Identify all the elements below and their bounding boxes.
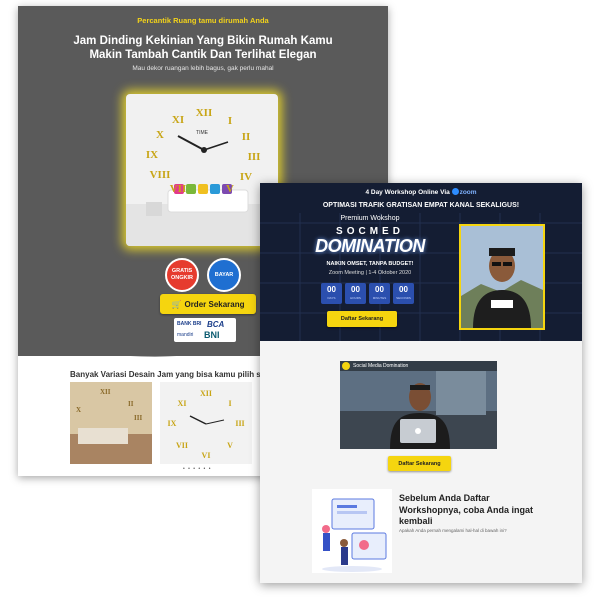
clock-subtitle: Mau dekor ruangan lebih bagus, gak perlu… bbox=[132, 65, 274, 72]
svg-text:III: III bbox=[248, 151, 261, 163]
countdown-hours-label: HOURS bbox=[350, 296, 361, 300]
svg-text:XI: XI bbox=[172, 114, 184, 126]
svg-text:IX: IX bbox=[146, 149, 158, 161]
countdown-minutes-value: 00 bbox=[375, 285, 384, 294]
payment-badges: GRATIS ONGKIR BAYAR bbox=[165, 258, 245, 292]
svg-text:III: III bbox=[134, 414, 142, 422]
zoom-logo: zoom bbox=[451, 188, 477, 196]
workshop-days-line: 4 Day Workshop Online Via zoom bbox=[260, 188, 582, 196]
before-register-heading: Sebelum Anda Daftar Workshopnya, coba An… bbox=[399, 493, 534, 526]
svg-text:V: V bbox=[226, 183, 234, 195]
svg-text:VI: VI bbox=[202, 451, 211, 460]
svg-text:III: III bbox=[235, 419, 244, 428]
countdown-minutes: 00 MINUTES bbox=[369, 283, 390, 304]
team-illustration bbox=[312, 489, 392, 573]
svg-text:XII: XII bbox=[100, 388, 111, 396]
bank-mandiri-logo: mandiri bbox=[177, 332, 194, 338]
naikin-omset-text: NAIKIN OMSET, TANPA BUDGET! bbox=[326, 261, 414, 267]
register-button-top[interactable]: Daftar Sekarang bbox=[327, 311, 397, 327]
clock-product-image: XII I II III IV V VII VIII IX X XI TIME bbox=[126, 94, 278, 246]
speaker-photo bbox=[459, 224, 545, 330]
countdown-days: 00 DAYS bbox=[321, 283, 342, 304]
bank-bri-logo: BANK BRI bbox=[177, 321, 202, 327]
clock-gallery-item-1[interactable]: XII II III X bbox=[70, 382, 152, 464]
domination-logo-text: DOMINATION bbox=[315, 236, 425, 256]
order-now-button[interactable]: 🛒 Order Sekarang bbox=[160, 294, 256, 314]
svg-text:VII: VII bbox=[170, 183, 187, 195]
countdown-seconds: 00 SECONDS bbox=[393, 283, 414, 304]
workshop-landing-page: 4 Day Workshop Online Via zoom OPTIMASI … bbox=[260, 183, 582, 583]
cod-label: BAYAR bbox=[214, 271, 234, 278]
svg-text:V: V bbox=[227, 441, 233, 450]
bank-logos: BANK BRI BCA mandiri BNI bbox=[174, 318, 236, 342]
svg-text:I: I bbox=[228, 399, 231, 408]
free-shipping-badge: GRATIS ONGKIR bbox=[165, 258, 199, 292]
question-text: Apakah Anda pernah mengalami hal-hal di … bbox=[399, 528, 507, 533]
variety-heading: Banyak Variasi Desain Jam yang bisa kamu… bbox=[70, 370, 261, 379]
svg-text:VII: VII bbox=[176, 441, 188, 450]
zoom-label: zoom bbox=[459, 189, 477, 196]
countdown-hours-value: 00 bbox=[351, 285, 360, 294]
clock-tagline: Percantik Ruang tamu dirumah Anda bbox=[137, 16, 269, 25]
workshop-hero-section: 4 Day Workshop Online Via zoom OPTIMASI … bbox=[260, 183, 582, 341]
svg-text:IV: IV bbox=[240, 171, 252, 183]
bank-bni-logo: BNI bbox=[204, 330, 220, 340]
svg-text:II: II bbox=[242, 131, 251, 143]
zoom-meeting-date: Zoom Meeting | 1-4 Oktober 2020 bbox=[328, 270, 412, 276]
video-title-bar: Social Media Domination bbox=[340, 361, 497, 371]
svg-text:TIME: TIME bbox=[196, 130, 209, 136]
svg-text:XII: XII bbox=[196, 107, 213, 119]
countdown-hours: 00 HOURS bbox=[345, 283, 366, 304]
countdown-seconds-value: 00 bbox=[399, 285, 408, 294]
free-shipping-label: GRATIS ONGKIR bbox=[171, 268, 193, 281]
register-button-bottom[interactable]: Daftar Sekarang bbox=[388, 456, 451, 471]
svg-text:XII: XII bbox=[200, 389, 212, 398]
days-prefix: 4 Day Workshop Online Via bbox=[365, 189, 450, 196]
svg-text:VIII: VIII bbox=[150, 169, 171, 181]
countdown-seconds-label: SECONDS bbox=[396, 296, 411, 300]
order-now-label: Order Sekarang bbox=[184, 299, 245, 309]
svg-text:XI: XI bbox=[178, 399, 187, 408]
svg-text:I: I bbox=[228, 115, 232, 127]
zoom-icon bbox=[451, 188, 459, 195]
svg-text:X: X bbox=[76, 406, 81, 414]
countdown-days-value: 00 bbox=[327, 285, 336, 294]
clock-page-title: Jam Dinding Kekinian Yang Bikin Rumah Ka… bbox=[73, 35, 333, 61]
clock-gallery-item-2[interactable]: XII I III V VI VII IX XI bbox=[160, 382, 252, 464]
cart-icon: 🛒 bbox=[171, 299, 182, 309]
bank-bca-logo: BCA bbox=[207, 320, 225, 329]
workshop-video-player[interactable]: Social Media Domination bbox=[340, 361, 497, 449]
countdown-minutes-label: MINUTES bbox=[372, 296, 387, 300]
svg-text:IX: IX bbox=[168, 419, 177, 428]
svg-text:II: II bbox=[128, 400, 134, 408]
premium-label: Premium Wokshop bbox=[340, 215, 400, 222]
countdown-days-label: DAYS bbox=[327, 296, 336, 300]
svg-text:X: X bbox=[156, 129, 164, 141]
video-title: Social Media Domination bbox=[353, 363, 409, 369]
optimasi-headline: OPTIMASI TRAFIK GRATISAN EMPAT KANAL SEK… bbox=[322, 202, 520, 209]
carousel-dots[interactable]: • • • • • • bbox=[183, 466, 211, 472]
cod-badge: BAYAR bbox=[207, 258, 241, 292]
channel-logo-icon bbox=[342, 362, 350, 370]
